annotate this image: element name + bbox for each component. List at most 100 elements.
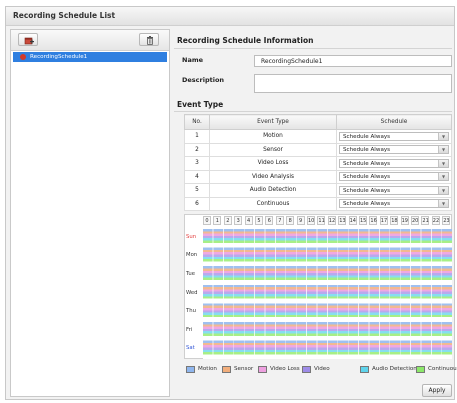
event-type-table: No. Event Type Schedule 1 Motion Schedul…	[184, 114, 452, 211]
hour-header-cell[interactable]: 12	[327, 216, 336, 225]
name-input[interactable]: RecordingSchedule1	[254, 55, 452, 67]
col-header-schedule: Schedule	[336, 114, 452, 130]
schedule-select-value: Schedule Always	[343, 147, 391, 154]
row-event: Sensor	[209, 142, 337, 157]
day-label-fri: Fri	[186, 327, 193, 333]
row-event: Continuous	[209, 196, 337, 211]
day-label-mon: Mon	[186, 252, 198, 258]
table-row: 3 Video Loss Schedule Always ▼	[184, 156, 452, 171]
day-label-tue: Tue	[186, 271, 196, 277]
table-row: 4 Video Analysis Schedule Always ▼	[184, 169, 452, 184]
apply-button[interactable]: Apply	[422, 384, 452, 397]
hour-header-cell[interactable]: 17	[379, 216, 388, 225]
row-event: Audio Detection	[209, 183, 337, 198]
hour-header-cell[interactable]: 16	[369, 216, 378, 225]
hour-header-cell[interactable]: 13	[338, 216, 347, 225]
hour-header-cell[interactable]: 8	[286, 216, 295, 225]
hour-header-cell[interactable]: 10	[307, 216, 315, 225]
row-event: Video Loss	[209, 156, 337, 171]
legend-swatch-sensor	[222, 366, 231, 373]
hour-header-cell[interactable]: 21	[421, 216, 430, 225]
table-row: 2 Sensor Schedule Always ▼	[184, 142, 452, 157]
hour-header-cell[interactable]: 19	[400, 216, 409, 225]
event-type-title: Event Type	[177, 100, 224, 109]
window-title-bar: Recording Schedule List	[6, 7, 454, 26]
hour-header-cell[interactable]: 1	[213, 216, 222, 225]
schedule-select-value: Schedule Always	[343, 201, 391, 208]
chevron-down-icon: ▼	[438, 173, 448, 181]
schedule-select[interactable]: Schedule Always ▼	[339, 131, 449, 141]
hour-header-cell[interactable]: 4	[244, 216, 253, 225]
table-row: 6 Continuous Schedule Always ▼	[184, 196, 452, 211]
hour-header-cell[interactable]: 2	[223, 216, 232, 225]
chevron-down-icon: ▼	[438, 159, 448, 167]
row-no: 1	[184, 129, 210, 144]
schedule-select-value: Schedule Always	[343, 187, 391, 194]
legend-label-sensor: Sensor	[234, 366, 254, 372]
schedule-info-panel: Recording Schedule Information Name Reco…	[174, 29, 457, 397]
info-title: Recording Schedule Information	[177, 36, 314, 45]
legend: Motion Sensor Video Loss Video Audio Det…	[184, 364, 457, 376]
day-label-thu: Thu	[186, 308, 196, 314]
row-no: 2	[184, 142, 210, 157]
hour-header-cell[interactable]: 7	[275, 216, 284, 225]
col-header-no: No.	[184, 114, 210, 130]
row-no: 5	[184, 183, 210, 198]
day-label-wed: Wed	[186, 290, 198, 296]
schedule-select[interactable]: Schedule Always ▼	[339, 145, 449, 155]
chevron-down-icon: ▼	[438, 186, 448, 194]
description-input[interactable]	[254, 74, 452, 93]
schedule-name: RecordingSchedule1	[30, 54, 88, 60]
schedule-bars[interactable]	[203, 229, 452, 359]
hour-header-cell[interactable]: 14	[348, 216, 357, 225]
legend-swatch-audio-detection	[360, 366, 369, 373]
legend-label-continuous: Continuous	[428, 366, 457, 372]
trash-icon	[147, 36, 153, 45]
schedule-select-value: Schedule Always	[343, 160, 391, 167]
hour-header-cell[interactable]: 18	[390, 216, 399, 225]
table-row: 1 Motion Schedule Always ▼	[184, 129, 452, 144]
legend-swatch-motion	[186, 366, 195, 373]
col-header-event: Event Type	[209, 114, 337, 130]
recording-schedule-window: Recording Schedule List RecordingSchedul…	[5, 6, 457, 400]
row-no: 4	[184, 169, 210, 184]
legend-label-audio-detection: Audio Detection	[372, 366, 417, 372]
schedule-select-value: Schedule Always	[343, 174, 391, 181]
schedule-select[interactable]: Schedule Always ▼	[339, 172, 449, 182]
table-row: 5 Audio Detection Schedule Always ▼	[184, 183, 452, 198]
hour-header-cell[interactable]: 6	[265, 216, 274, 225]
hour-header-cell[interactable]: 5	[255, 216, 263, 225]
calendar-add-icon	[24, 37, 34, 45]
hour-header-cell[interactable]: 11	[317, 216, 326, 225]
hour-header-cell[interactable]: 9	[296, 216, 305, 225]
delete-schedule-button[interactable]	[139, 33, 159, 46]
day-label-sun: Sun	[186, 234, 197, 240]
chevron-down-icon: ▼	[438, 146, 448, 154]
schedule-select[interactable]: Schedule Always ▼	[339, 158, 449, 168]
schedule-select[interactable]: Schedule Always ▼	[339, 185, 449, 195]
hour-header-cell[interactable]: 0	[203, 216, 211, 225]
schedule-select[interactable]: Schedule Always ▼	[339, 199, 449, 209]
schedule-icon	[20, 54, 26, 60]
chevron-down-icon: ▼	[438, 132, 448, 140]
legend-label-video-loss: Video Loss	[270, 366, 300, 372]
hour-header-cell[interactable]: 23	[442, 216, 451, 225]
divider	[174, 48, 452, 49]
description-label: Description	[182, 76, 225, 84]
legend-swatch-video-loss	[258, 366, 267, 373]
day-label-sat: Sat	[186, 345, 195, 351]
legend-swatch-video	[302, 366, 311, 373]
schedule-list-toolbar	[11, 30, 169, 51]
hour-header-cell[interactable]: 15	[359, 216, 367, 225]
schedule-list-item[interactable]: RecordingSchedule1	[13, 52, 167, 62]
weekly-schedule-grid[interactable]: 0 1 2 3 4 5 6 7 8 9 10 11 12 13 14 15 16 17 18 19 20 21 22 23 S…	[184, 214, 452, 359]
schedule-select-value: Schedule Always	[343, 133, 391, 140]
hour-header-cell[interactable]: 20	[411, 216, 419, 225]
legend-label-video: Video	[314, 366, 330, 372]
hour-header-cell[interactable]: 22	[431, 216, 440, 225]
schedule-list-panel: RecordingSchedule1	[10, 29, 170, 397]
legend-label-motion: Motion	[198, 366, 217, 372]
add-schedule-button[interactable]	[18, 33, 38, 46]
hour-header: 0 1 2 3 4 5 6 7 8 9 10 11 12 13 14 15 16 17 18 19 20 21 22 23	[203, 216, 453, 226]
hour-header-cell[interactable]: 3	[234, 216, 243, 225]
